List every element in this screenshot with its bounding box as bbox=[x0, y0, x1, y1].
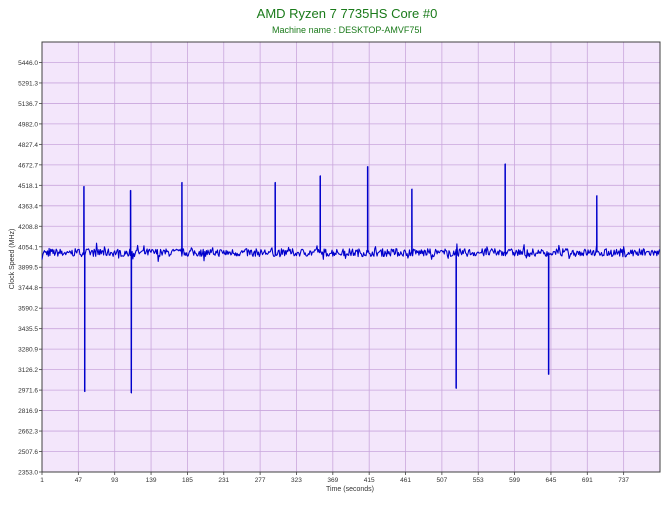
y-tick-label: 4672.7 bbox=[18, 162, 38, 169]
chart: AMD Ryzen 7 7735HS Core #0 Machine name … bbox=[0, 0, 670, 503]
x-tick-label: 47 bbox=[75, 477, 83, 484]
y-tick-label: 3126.2 bbox=[18, 367, 38, 374]
x-tick-label: 507 bbox=[436, 477, 447, 484]
x-tick-label: 323 bbox=[291, 477, 302, 484]
chart-svg: AMD Ryzen 7 7735HS Core #0 Machine name … bbox=[9, 6, 661, 493]
y-tick-label: 2971.6 bbox=[18, 388, 38, 395]
y-tick-label: 4363.4 bbox=[18, 203, 38, 210]
x-tick-label: 93 bbox=[111, 477, 119, 484]
x-tick-label: 369 bbox=[327, 477, 338, 484]
plot-area: 2353.0 2507.6 2662.3 2816.9 2971.6 3126.2 3280… bbox=[18, 41, 661, 484]
x-tick-label: 599 bbox=[509, 477, 520, 484]
y-tick-label: 4827.4 bbox=[18, 142, 38, 149]
y-tick-label: 3435.5 bbox=[18, 326, 38, 333]
x-tick-label: 277 bbox=[255, 477, 266, 484]
y-tick-label: 5136.7 bbox=[18, 101, 38, 108]
x-tick-label: 461 bbox=[400, 477, 411, 484]
x-tick-label: 185 bbox=[182, 477, 193, 484]
y-axis-label: Clock Speed (MHz) bbox=[9, 229, 16, 290]
y-tick-label: 4208.8 bbox=[18, 224, 38, 231]
x-tick-label: 645 bbox=[546, 477, 557, 484]
chart-title: AMD Ryzen 7 7735HS Core #0 bbox=[257, 6, 438, 21]
y-tick-label: 3899.5 bbox=[18, 265, 38, 272]
y-tick-label: 2507.6 bbox=[18, 449, 38, 456]
x-tick-label: 1 bbox=[40, 477, 44, 484]
y-tick-label: 2816.9 bbox=[18, 408, 38, 415]
y-tick-label: 3280.9 bbox=[18, 347, 38, 354]
x-tick-label: 553 bbox=[473, 477, 484, 484]
x-tick-label: 737 bbox=[618, 477, 629, 484]
x-tick-label: 231 bbox=[218, 477, 229, 484]
y-tick-label: 4054.1 bbox=[18, 244, 38, 251]
chart-subtitle: Machine name : DESKTOP-AMVF75I bbox=[272, 25, 422, 35]
y-tick-label: 4518.1 bbox=[18, 183, 38, 190]
y-tick-label: 5446.0 bbox=[18, 60, 38, 67]
y-tick-label: 4982.0 bbox=[18, 121, 38, 128]
y-tick-label: 2662.3 bbox=[18, 429, 38, 436]
y-tick-label: 3744.8 bbox=[18, 285, 38, 292]
x-tick-label: 139 bbox=[146, 477, 157, 484]
x-tick-label: 691 bbox=[582, 477, 593, 484]
y-tick-label: 3590.2 bbox=[18, 306, 38, 313]
y-tick-label: 5291.3 bbox=[18, 80, 38, 87]
y-tick-label: 2353.0 bbox=[18, 470, 38, 477]
x-axis-label: Time (seconds) bbox=[326, 486, 374, 493]
x-tick-label: 415 bbox=[364, 477, 375, 484]
